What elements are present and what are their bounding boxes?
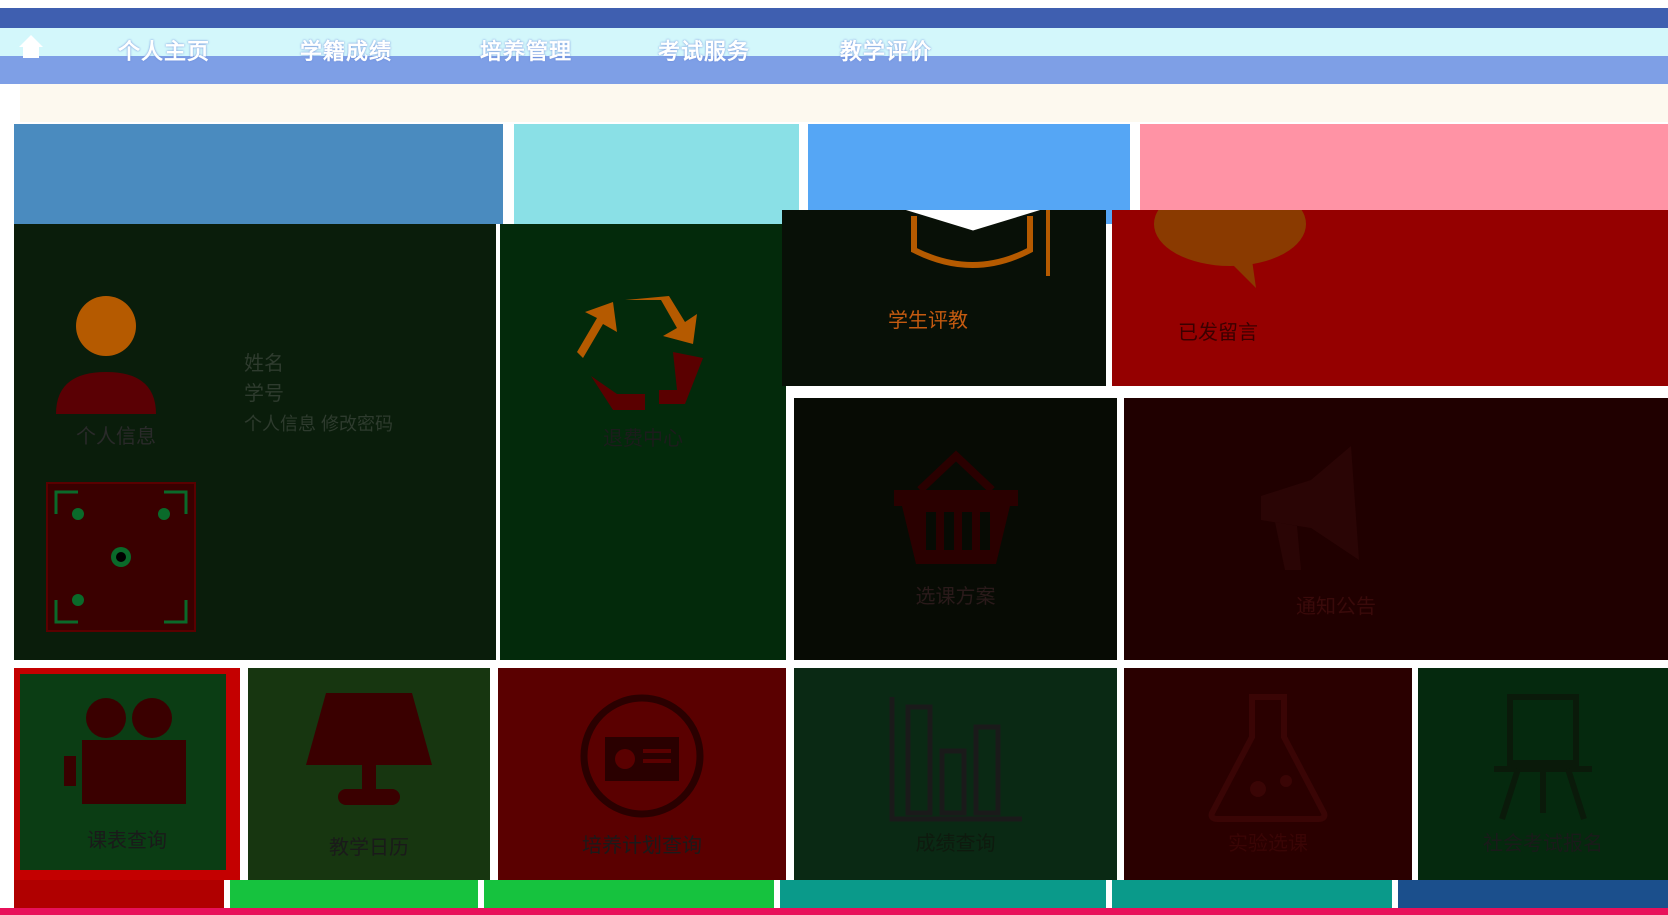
basket-icon <box>893 449 1018 564</box>
nav-item-exam-service[interactable]: 考试服务 <box>658 34 750 64</box>
student-name-label: 姓名 <box>244 353 284 375</box>
tile-recycle-center[interactable]: 退费中心 <box>500 224 786 660</box>
qr-code-icon <box>54 490 188 624</box>
radio-icon <box>580 694 704 817</box>
tile-teaching-calendar-label: 教学日历 <box>329 836 409 859</box>
tile-course-plan[interactable]: 选课方案 <box>794 398 1117 660</box>
tile-grade-report-label: 成绩查询 <box>915 832 996 855</box>
tile-student-eval-label: 学生评教 <box>888 310 968 332</box>
tile-social-exam[interactable]: 社会考试报名 <box>1418 668 1668 880</box>
sub-header-bar <box>20 84 1668 122</box>
tile-social-exam-label: 社会考试报名 <box>1483 832 1603 855</box>
lamp-icon <box>306 692 432 805</box>
projector-icon <box>64 697 186 804</box>
user-icon <box>56 296 156 414</box>
bar-chart-icon <box>889 696 1022 821</box>
home-icon <box>19 35 43 58</box>
megaphone-icon <box>1261 445 1359 570</box>
nav-item-personal-home[interactable]: 个人主页 <box>118 34 210 64</box>
tile-lab-label: 实验选课 <box>1228 832 1308 855</box>
flask-icon <box>1208 693 1328 822</box>
student-id-label: 学号 <box>244 383 284 405</box>
tile-schedule-label: 课表查询 <box>87 829 167 852</box>
qr-code-box[interactable] <box>46 482 196 632</box>
nav-item-academic-records[interactable]: 学籍成绩 <box>300 34 392 64</box>
graduation-cap-icon <box>905 210 1050 276</box>
recycle-icon <box>577 296 703 410</box>
tile-messages-label: 已发留言 <box>1178 322 1258 344</box>
tile-announcements-label: 通知公告 <box>1296 595 1376 618</box>
speech-bubble-icon <box>1154 210 1306 288</box>
tile-recycle-band <box>514 124 799 224</box>
tile-personal-info-label: 个人信息 <box>76 426 156 448</box>
tile-recycle-center-label: 退费中心 <box>603 428 683 450</box>
tile-lab[interactable]: 实验选课 <box>1124 668 1412 880</box>
student-info-panel: 姓名 学号 个人信息 修改密码 <box>244 349 393 439</box>
tile-plan-query-label: 培养计划查询 <box>582 834 702 857</box>
tile-plan-query[interactable]: 培养计划查询 <box>498 668 786 880</box>
home-button[interactable] <box>14 30 48 62</box>
tile-announcements[interactable]: 通知公告 <box>1124 398 1668 660</box>
tile-course-plan-label: 选课方案 <box>915 585 996 608</box>
tile-personal-info[interactable]: 个人信息 姓名 学号 个人信息 修改密码 <box>14 224 496 660</box>
tile-messages[interactable]: 已发留言 <box>1112 210 1668 386</box>
student-actions-label[interactable]: 个人信息 修改密码 <box>244 409 393 439</box>
easel-icon <box>1494 693 1592 820</box>
bottom-accent-line <box>0 908 1668 915</box>
nav-item-teaching-evaluation[interactable]: 教学评价 <box>840 34 932 64</box>
tile-student-eval[interactable]: 学生评教 <box>782 210 1106 386</box>
top-nav-bar: 个人主页 学籍成绩 培养管理 考试服务 教学评价 <box>0 8 1668 84</box>
tile-student-eval-band <box>808 124 1130 224</box>
tile-messages-band <box>1140 124 1668 210</box>
nav-item-training-management[interactable]: 培养管理 <box>480 34 572 64</box>
tile-personal-info-band <box>14 124 503 224</box>
tile-grade-report[interactable]: 成绩查询 <box>794 668 1117 880</box>
tile-schedule[interactable]: 课表查询 <box>14 668 240 880</box>
tile-teaching-calendar[interactable]: 教学日历 <box>248 668 490 880</box>
